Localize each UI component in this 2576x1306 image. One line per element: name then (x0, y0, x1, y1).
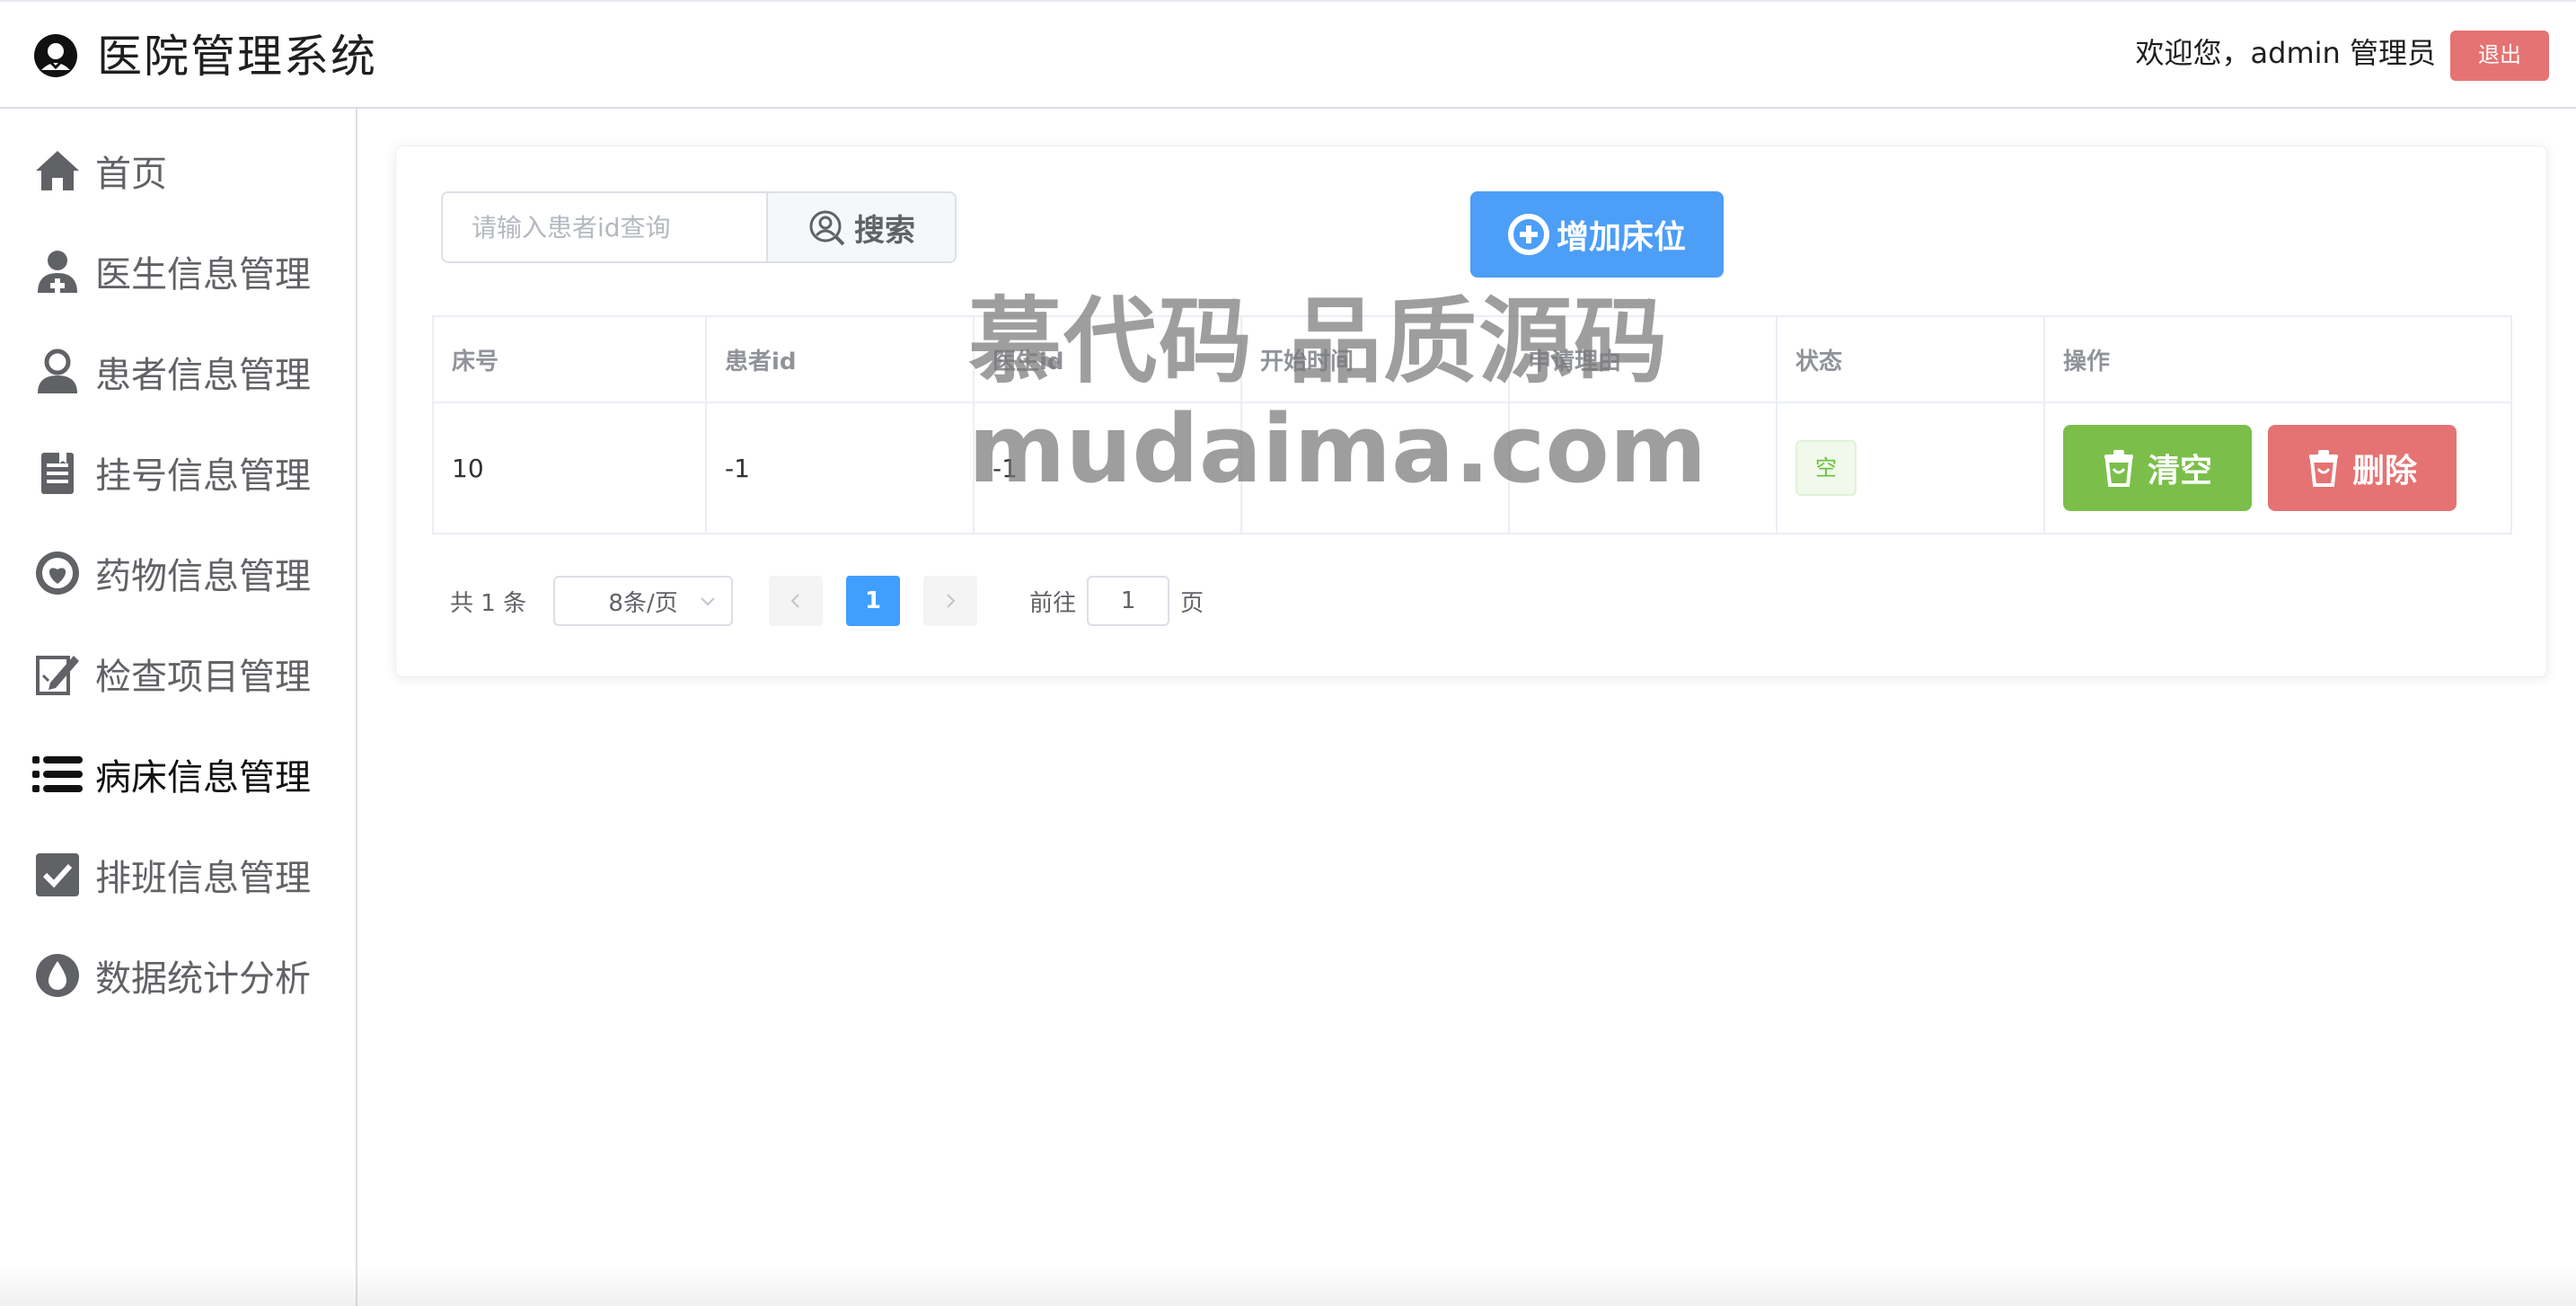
pagination: 共 1 条 8条/页 1 前往 页 (450, 574, 1204, 628)
top-header: 医院管理系统 欢迎您，admin 管理员 退出 (0, 0, 2576, 109)
goto-suffix: 页 (1180, 589, 1204, 617)
search-icon (809, 210, 845, 246)
trash-icon (2104, 450, 2133, 487)
chevron-left-icon (790, 594, 799, 608)
chevron-right-icon (947, 594, 956, 608)
delete-button[interactable]: 删除 (2268, 425, 2457, 511)
trash-icon (2308, 450, 2338, 487)
sidebar-item-patient[interactable]: 患者信息管理 (31, 340, 311, 403)
bottom-shadow (0, 1266, 2576, 1306)
page-size-select[interactable]: 8条/页 (553, 576, 734, 626)
doctor-icon (31, 244, 84, 298)
sidebar: 首页 医生信息管理 患者信息管理 挂号信息管理 药物信息管理 检查项目管理 病床… (0, 109, 357, 1306)
bed-management-panel: 搜索 增加床位 床号 患者id 医生id 开始时间 申请理由 状态 操作 10 … (395, 146, 2547, 677)
clear-button[interactable]: 清空 (2063, 425, 2252, 511)
sidebar-item-label: 排班信息管理 (95, 858, 311, 899)
sidebar-item-registration[interactable]: 挂号信息管理 (31, 441, 311, 504)
column-header: 开始时间 (1240, 315, 1510, 403)
status-badge: 空 (1795, 440, 1857, 496)
table-header-row: 床号 患者id 医生id 开始时间 申请理由 状态 操作 (432, 315, 2512, 403)
cell-patient-id: -1 (705, 402, 975, 534)
goto-page-input[interactable] (1087, 576, 1170, 626)
search-input[interactable] (443, 193, 766, 261)
goto-prefix: 前往 (1029, 589, 1077, 617)
app-title: 医院管理系统 (97, 31, 377, 83)
search-button[interactable]: 搜索 (766, 193, 955, 261)
table-row: 10 -1 -1 空 清空 删除 (432, 402, 2512, 534)
page-number-current[interactable]: 1 (846, 576, 901, 626)
sidebar-item-doctor[interactable]: 医生信息管理 (31, 240, 311, 303)
welcome-text: 欢迎您，admin 管理员 (2135, 36, 2436, 70)
drop-icon (31, 949, 84, 1002)
cell-bed-no: 10 (432, 402, 707, 534)
column-header: 患者id (705, 315, 975, 403)
clear-button-label: 清空 (2147, 452, 2212, 489)
sidebar-item-label: 数据统计分析 (95, 958, 311, 1000)
pagination-total: 共 1 条 (450, 589, 527, 617)
column-header: 申请理由 (1508, 315, 1778, 403)
logout-button[interactable]: 退出 (2450, 31, 2549, 81)
edit-icon (31, 647, 84, 701)
cell-start-time (1240, 402, 1510, 534)
sidebar-item-exam[interactable]: 检查项目管理 (31, 642, 311, 705)
sidebar-item-label: 病床信息管理 (95, 757, 311, 799)
sidebar-item-medicine[interactable]: 药物信息管理 (31, 542, 311, 604)
bed-table: 床号 患者id 医生id 开始时间 申请理由 状态 操作 10 -1 -1 空 (432, 315, 2512, 534)
search-group: 搜索 (441, 191, 957, 263)
cell-status: 空 (1776, 402, 2045, 534)
add-bed-button[interactable]: 增加床位 (1470, 191, 1724, 278)
patient-icon (31, 345, 84, 399)
sidebar-item-label: 医生信息管理 (95, 254, 311, 296)
prev-page-button[interactable] (769, 576, 824, 626)
sidebar-item-schedule[interactable]: 排班信息管理 (31, 843, 311, 906)
cell-actions: 清空 删除 (2043, 402, 2512, 534)
medicine-icon (31, 546, 84, 600)
list-icon (31, 747, 84, 801)
search-button-label: 搜索 (854, 213, 915, 248)
checkbox-icon (31, 848, 84, 902)
clipboard-icon (31, 446, 84, 499)
sidebar-item-label: 检查项目管理 (95, 657, 311, 698)
add-bed-label: 增加床位 (1556, 218, 1686, 255)
cell-doctor-id: -1 (973, 402, 1242, 534)
next-page-button[interactable] (923, 576, 978, 626)
plus-circle-icon (1507, 214, 1549, 255)
column-header: 床号 (432, 315, 707, 403)
column-header: 操作 (2043, 315, 2512, 403)
home-icon (31, 144, 84, 198)
sidebar-item-label: 首页 (95, 154, 167, 195)
page-size-value: 8条/页 (608, 589, 678, 617)
column-header: 医生id (973, 315, 1242, 403)
delete-button-label: 删除 (2351, 452, 2417, 489)
sidebar-item-label: 患者信息管理 (95, 355, 311, 396)
sidebar-item-label: 挂号信息管理 (95, 455, 311, 497)
chevron-down-icon (701, 597, 715, 606)
sidebar-item-label: 药物信息管理 (95, 556, 311, 597)
column-header: 状态 (1776, 315, 2045, 403)
cell-reason (1508, 402, 1778, 534)
sidebar-item-home[interactable]: 首页 (31, 139, 167, 202)
sidebar-item-bed[interactable]: 病床信息管理 (31, 743, 311, 806)
sidebar-item-statistics[interactable]: 数据统计分析 (31, 944, 311, 1007)
logo-icon (34, 34, 77, 77)
